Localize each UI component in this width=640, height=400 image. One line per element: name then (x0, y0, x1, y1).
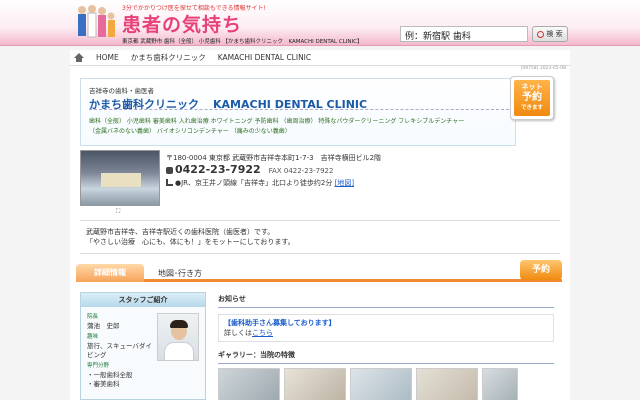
divider (89, 109, 509, 110)
news-item: 【歯科助手さん募集しております】 詳しくはこちら (218, 314, 554, 342)
home-icon[interactable] (74, 53, 84, 62)
staff-hobby: 旅行、スキューバダイビング (87, 342, 152, 359)
breadcrumb-item-clinic-en: KAMACHI DENTAL CLINIC (217, 53, 312, 62)
news-title: お知らせ (218, 294, 554, 308)
news-headline: 【歯科助手さん募集しております】 (224, 319, 336, 327)
breadcrumb: HOME かまち歯科クリニック KAMACHI DENTAL CLINIC (70, 50, 570, 66)
staff-specialty-2: ・審美歯科 (87, 380, 120, 388)
expand-photo-icon[interactable]: ⛶ (116, 208, 120, 216)
clinic-contact-info: 〒180-0004 東京都 武蔵野市吉祥寺本町1-7-3 吉祥寺横田ビル2階 0… (166, 152, 381, 189)
treatment-tags-line-2: （金属バネのない義歯） バイオシリコンデンチャー （痛みの少ない義歯） (89, 128, 291, 135)
staff-photo (157, 313, 199, 361)
staff-specialty-1: ・一般歯科全般 (87, 371, 133, 379)
staff-specialty-label: 専門分野 (87, 363, 110, 369)
gallery-image[interactable] (482, 368, 518, 400)
reserve-badge-line-1: ネット (521, 83, 543, 91)
main-content: [09758] 2023-05-08 吉祥寺の歯科・歯医者 かまち歯科クリニック… (70, 66, 570, 400)
site-logo-title[interactable]: 患者の気持ち (122, 10, 242, 37)
clinic-intro: 武蔵野市吉祥寺、吉祥寺駅近くの歯科医院（歯医者）です。 「やさしい治療 心にも、… (80, 220, 560, 254)
net-reservation-badge[interactable]: ネット 予約 できます (510, 76, 554, 120)
phone-icon (166, 167, 173, 174)
gallery-title: ギャラリー：当院の特徴 (218, 350, 554, 364)
search-button-label: 検 索 (546, 30, 563, 38)
tab-reserve-button[interactable]: 予約 (520, 260, 562, 280)
gallery-image[interactable] (350, 368, 412, 400)
reserve-badge-line-3: できます (520, 105, 543, 111)
clinic-summary-card: 吉祥寺の歯科・歯医者 かまち歯科クリニック KAMACHI DENTAL CLIN… (80, 78, 516, 146)
site-header: 3分でかかりつけ医を探せて相談もできる情報サイト! 患者の気持ち 東京都 武蔵野… (0, 0, 640, 46)
search-icon (537, 30, 545, 38)
treatment-tags: 歯科（全般） 小児歯科 審美歯科 入れ歯治療 ホワイトニング 予防歯科 （歯周治… (89, 117, 509, 137)
header-category-path: 東京都 武蔵野市 歯科（全般） 小児歯科 【かまち歯科クリニック KAMACHI… (122, 39, 363, 45)
map-link[interactable]: [地図] (335, 179, 354, 187)
reserve-badge-line-2: 予約 (522, 92, 542, 103)
gallery-strip (218, 368, 554, 400)
tab-map-directions[interactable]: 地図･行き方 (158, 268, 202, 279)
gallery-image[interactable] (218, 368, 280, 400)
clinic-fax: FAX 0422-23-7922 (268, 167, 334, 175)
logo-people-illustration[interactable] (74, 2, 118, 44)
intro-line-2: 「やさしい治療 心にも、体にも！」をモットーにしております。 (86, 238, 295, 246)
breadcrumb-home-link[interactable]: HOME (96, 53, 119, 62)
walking-icon (166, 179, 173, 186)
news-section: お知らせ 【歯科助手さん募集しております】 詳しくはこちら ギャラリー：当院の特… (218, 294, 554, 400)
updated-stamp: [09758] 2023-05-08 (520, 66, 566, 71)
intro-line-1: 武蔵野市吉祥寺、吉祥寺駅近くの歯科医院（歯医者）です。 (86, 228, 275, 236)
clinic-tabs: 詳細情報 地図･行き方 予約 (76, 260, 562, 282)
tab-detail-info[interactable]: 詳細情報 (76, 264, 144, 282)
news-detail-link[interactable]: こちら (252, 329, 273, 337)
gallery-image[interactable] (416, 368, 478, 400)
breadcrumb-item-clinic-ja: かまち歯科クリニック (130, 53, 206, 62)
clinic-access: ●JR、京王井ノ頭線「吉祥寺」北口より徒歩约2分 (175, 179, 333, 187)
news-detail-prefix: 詳しくは (224, 329, 252, 337)
clinic-phone[interactable]: 0422-23-7922 (175, 163, 261, 176)
clinic-exterior-photo[interactable] (80, 150, 160, 206)
staff-introduction-panel: スタッフご紹介 院長 蒲池 史郎 趣味 旅行、スキューバダイビング 専門分野 ・… (80, 292, 206, 400)
treatment-tags-line-1: 歯科（全般） 小児歯科 審美歯科 入れ歯治療 ホワイトニング 予防歯科 （歯周治… (89, 118, 465, 125)
search-button[interactable]: 検 索 (532, 26, 568, 42)
search-input[interactable]: 例：新宿駅 歯科 (400, 26, 528, 42)
clinic-kicker: 吉祥寺の歯科・歯医者 (89, 87, 154, 95)
gallery-image[interactable] (284, 368, 346, 400)
staff-panel-title: スタッフご紹介 (81, 293, 205, 307)
